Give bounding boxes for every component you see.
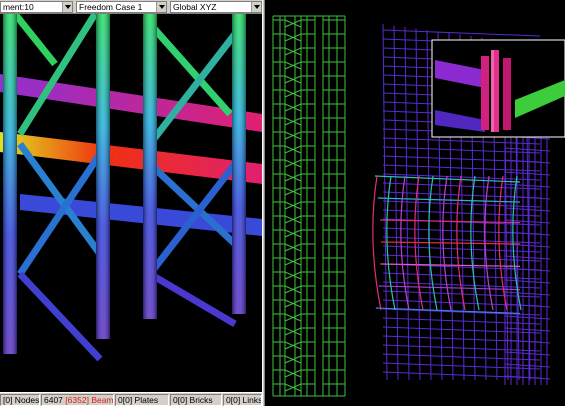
- beams-label: Beams: [91, 395, 114, 405]
- viewport-toolbar: ment:10 Freedom Case 1 Global XYZ: [0, 0, 262, 14]
- wire-segment: [372, 175, 382, 311]
- wireframe-models-view[interactable]: [265, 0, 565, 406]
- beams-count: 6407 [6352] Beams: [41, 394, 114, 406]
- diagonal-bracing: [12, 14, 238, 362]
- wire-segment: [415, 28, 421, 381]
- wire-segment: [504, 231, 551, 236]
- wire-segment: [504, 303, 551, 308]
- nodes-count: [0] Nodes: [0, 394, 40, 406]
- beams-selected: [6352]: [65, 395, 89, 405]
- wire-segment: [382, 254, 541, 262]
- model-status-bar: [0] Nodes 6407 [6352] Beams 0[0] Plates …: [0, 392, 262, 406]
- wire-segment: [382, 317, 541, 325]
- wire-segment: [386, 175, 396, 311]
- wire-segment: [504, 255, 551, 260]
- right-viewport-panel: [265, 0, 565, 406]
- axis-system-value: Global XYZ: [173, 2, 217, 12]
- wire-segment: [382, 209, 541, 217]
- wire-segment: [504, 279, 551, 284]
- wire-segment: [404, 26, 410, 381]
- links-count: 0[0] Links: [223, 394, 262, 406]
- brace-member: [12, 14, 58, 67]
- brace-member: [17, 271, 103, 362]
- detail-inset: [431, 39, 565, 138]
- axis-system-combo[interactable]: Global XYZ: [170, 1, 262, 13]
- inset-column: [503, 58, 511, 130]
- wire-segment: [382, 362, 541, 370]
- beams-total: 6407: [44, 395, 63, 405]
- green-elevation-wireframe: [272, 15, 346, 397]
- wire-segment: [382, 308, 541, 316]
- freedom-case-value: Freedom Case 1: [79, 2, 143, 12]
- wire-segment: [382, 272, 541, 280]
- rendered-3d-beam-view[interactable]: [0, 14, 262, 392]
- wire-segment: [393, 25, 399, 381]
- wire-segment: [504, 315, 551, 320]
- element-selector-value: ment:10: [3, 2, 34, 12]
- wire-segment: [382, 326, 541, 334]
- wire-segment: [504, 291, 551, 296]
- dropdown-arrow-icon[interactable]: [62, 2, 72, 12]
- brace-member: [148, 270, 237, 328]
- element-selector-combo[interactable]: ment:10: [0, 1, 73, 13]
- wire-segment: [504, 267, 551, 272]
- dropdown-arrow-icon[interactable]: [156, 2, 166, 12]
- dropdown-arrow-icon[interactable]: [251, 2, 261, 12]
- wire-segment: [426, 29, 432, 381]
- wire-segment: [382, 353, 541, 361]
- brace-member: [147, 31, 238, 147]
- left-viewport-panel: ment:10 Freedom Case 1 Global XYZ [0] No…: [0, 0, 262, 406]
- freedom-case-combo[interactable]: Freedom Case 1: [76, 1, 167, 13]
- wire-segment: [504, 339, 551, 344]
- wire-segment: [382, 245, 541, 253]
- bricks-count: 0[0] Bricks: [170, 394, 222, 406]
- wire-segment: [382, 29, 541, 37]
- wire-segment: [504, 363, 551, 368]
- inset-column: [481, 56, 489, 130]
- wire-segment: [504, 327, 551, 332]
- wire-segment: [504, 375, 551, 380]
- wire-segment: [504, 351, 551, 356]
- plates-count: 0[0] Plates: [115, 394, 169, 406]
- wire-segment: [382, 344, 541, 352]
